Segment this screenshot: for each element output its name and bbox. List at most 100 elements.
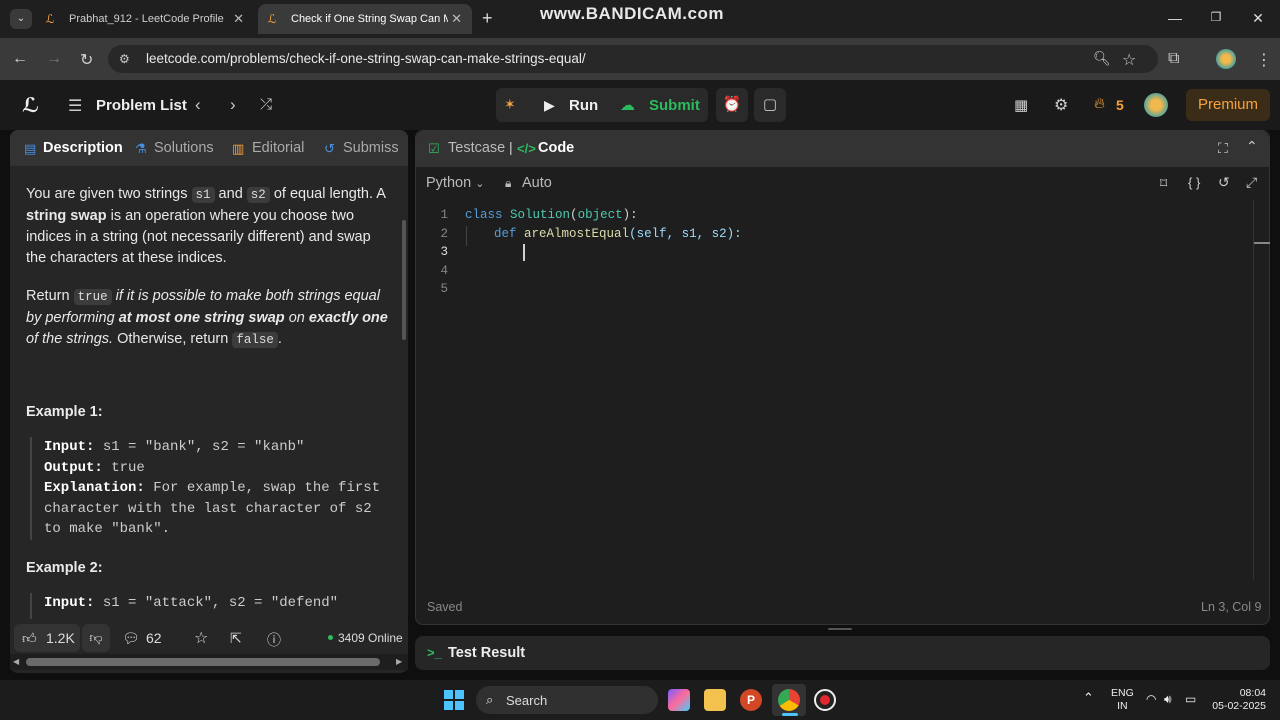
taskbar-search[interactable] [476,686,658,714]
system-clock[interactable]: 08:04 05-02-2025 [1212,687,1266,713]
zoom-icon[interactable]: 🔍︎ [1093,50,1111,67]
tab-divider: | [509,139,513,155]
line-number: 2 [440,227,448,241]
tab-profile[interactable]: ℒ Prabhat_912 - LeetCode Profile ✕ [36,4,254,34]
bandicam-record-icon[interactable] [814,689,836,711]
code-panel [415,130,1270,625]
profile-avatar[interactable] [1216,49,1236,69]
submissions-icon: ↺ [324,141,335,156]
auto-mode-toggle[interactable]: Auto [522,175,552,191]
line-number: 5 [440,282,448,296]
test-result-panel[interactable] [415,636,1270,670]
format-braces-icon[interactable]: { } [1188,175,1200,190]
thumbs-down-icon[interactable]: 👎︎ [82,624,110,652]
battery-icon[interactable]: ▭ [1185,692,1196,706]
description-paragraph-1: You are given two strings s1 and s2 of e… [26,186,386,266]
chevron-up-icon[interactable]: ⌃ [1083,690,1094,706]
recording-watermark: www.BANDICAM.com [540,4,724,23]
forward-icon[interactable]: → [46,50,62,68]
language-select[interactable]: Python ⌄ [426,175,484,191]
restore-icon[interactable]: ❐ [1204,10,1228,24]
text-cursor [523,244,525,261]
run-button[interactable]: Run [569,97,598,114]
description-paragraph-2: Return true if it is possible to make bo… [26,288,388,348]
editor-scroll-track[interactable] [1253,200,1254,580]
close-tab-icon[interactable]: ✕ [448,11,462,27]
tab-search-button[interactable]: ⌄ [10,9,32,29]
horizontal-scroll-thumb[interactable] [26,658,380,666]
solutions-flask-icon: ⚗ [135,141,147,156]
editorial-book-icon: ▥ [232,141,245,156]
comment-icon[interactable]: 💬︎ [122,630,140,647]
scroll-right-icon[interactable]: ▶ [396,657,402,666]
bookmark-icon[interactable]: ⌑ [1160,175,1167,192]
streak-count: 5 [1116,97,1124,113]
prev-problem-icon[interactable]: ‹ [195,95,201,115]
shuffle-icon[interactable]: ⤮ [260,96,272,113]
site-info-icon[interactable]: ⚙ [119,52,130,66]
layout-icon[interactable]: ▦ [1014,96,1028,114]
premium-button[interactable]: Premium [1186,89,1270,121]
panel-resize-handle[interactable] [828,628,852,630]
comment-count: 62 [146,630,162,646]
share-icon[interactable]: ⇱ [230,630,242,647]
scroll-left-icon[interactable]: ◀ [13,657,19,666]
extensions-icon[interactable]: ⧉ [1168,50,1179,68]
leetcode-favicon-icon: ℒ [46,12,55,26]
reload-icon[interactable]: ↻ [80,50,93,70]
collapse-panel-icon[interactable]: ⌃ [1246,138,1258,155]
bookmark-star-icon[interactable]: ☆ [1122,50,1136,70]
fullscreen-icon[interactable]: ⛶ [1218,140,1228,157]
leetcode-favicon-icon: ℒ [268,12,277,26]
cursor-position: Ln 3, Col 9 [1201,600,1262,614]
file-explorer-icon[interactable] [704,689,726,711]
play-icon: ▶ [544,97,555,113]
user-avatar[interactable] [1144,93,1168,117]
code-line-1[interactable]: class Solution(object): [465,208,638,222]
new-tab-icon[interactable]: + [482,8,493,29]
next-problem-icon[interactable]: › [230,95,236,115]
submit-button[interactable]: Submit [649,97,700,114]
tab-submissions[interactable]: Submiss [343,140,399,156]
notes-icon[interactable]: ▢ [754,88,786,122]
online-dot-icon [328,635,333,640]
code-line-2[interactable]: def areAlmostEqual(self, s1, s2): [494,227,742,241]
tab-description[interactable]: Description [43,140,123,156]
back-icon[interactable]: ← [12,50,28,68]
settings-gear-icon[interactable]: ⚙ [1054,95,1068,115]
wifi-icon[interactable]: ◠ [1146,692,1156,706]
favorite-star-icon[interactable]: ☆ [194,628,208,648]
reset-code-icon[interactable]: ↺ [1218,174,1230,191]
tab-testcase[interactable]: Testcase [448,140,505,156]
tab-problem[interactable]: ℒ Check if One String Swap Can Ma ✕ [258,4,472,34]
browser-menu-icon[interactable]: ⋮ [1256,50,1272,70]
tab-editorial[interactable]: Editorial [252,140,304,156]
online-count: 3409 Online [338,631,403,645]
description-scrollbar[interactable] [402,220,406,340]
minimize-icon[interactable]: — [1163,10,1187,26]
streak-fire-icon[interactable]: 🔥︎ [1094,95,1105,112]
powerpoint-icon[interactable]: P [740,689,762,711]
debug-icon[interactable]: ✶ [504,96,516,113]
help-icon[interactable]: ⓘ [267,630,281,650]
tab-code[interactable]: Code [538,140,574,156]
volume-icon[interactable]: 🔊︎ [1164,692,1172,707]
input-language[interactable]: ENG IN [1111,687,1134,713]
url-text[interactable]: leetcode.com/problems/check-if-one-strin… [146,51,586,66]
tab-solutions[interactable]: Solutions [154,140,214,156]
list-icon: ☰ [68,98,83,115]
expand-editor-icon[interactable]: ⤢ [1246,174,1257,191]
line-number: 4 [440,264,448,278]
search-icon: ⌕ [486,692,494,707]
close-tab-icon[interactable]: ✕ [233,11,244,27]
leetcode-logo-icon[interactable]: ℒ [22,93,39,118]
description-icon: ▤ [24,141,37,156]
close-window-icon[interactable]: ✕ [1246,10,1270,27]
problem-list-link[interactable]: Problem List [96,97,187,114]
windows-start-icon[interactable] [444,690,464,710]
timer-icon[interactable]: ⏰ [716,88,748,122]
example-1-block: Input: s1 = "bank", s2 = "kanb" Output: … [30,437,392,540]
copilot-icon[interactable] [668,689,690,711]
thumbs-up-icon: 👍︎ [22,630,37,646]
example-1-heading: Example 1: [26,404,103,420]
